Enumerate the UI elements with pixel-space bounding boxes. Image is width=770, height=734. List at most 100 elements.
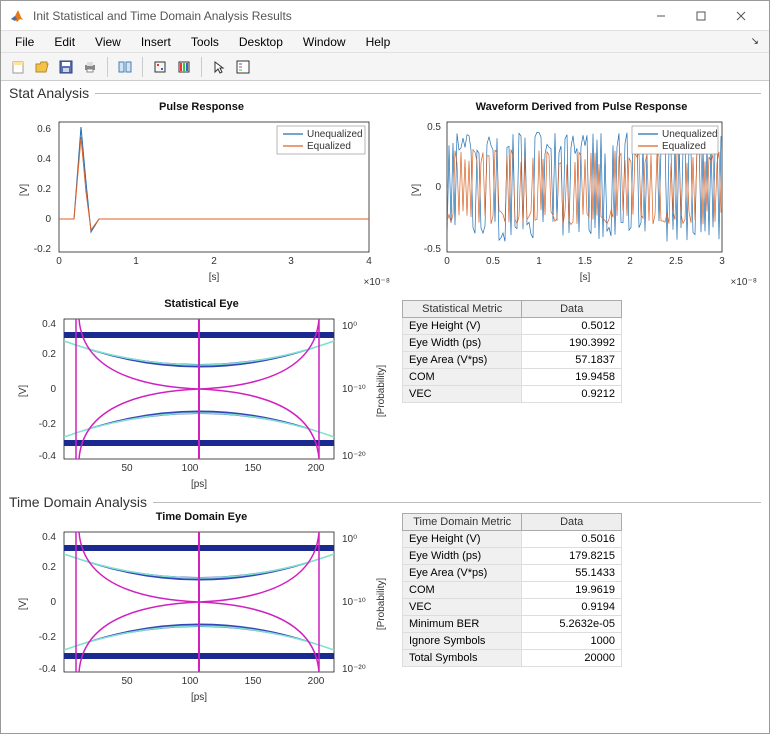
menu-desktop[interactable]: Desktop	[231, 33, 291, 51]
svg-text:-0.4: -0.4	[39, 664, 57, 675]
menu-window[interactable]: Window	[295, 33, 354, 51]
minimize-button[interactable]	[641, 2, 681, 30]
table-row[interactable]: Total Symbols20000	[403, 650, 622, 667]
stat-metric-table-container: Statistical Metric Data Eye Height (V)0.…	[402, 298, 761, 493]
metric-name: Eye Height (V)	[403, 318, 522, 335]
metric-value: 0.5012	[522, 318, 622, 335]
colorbar-button[interactable]	[173, 56, 195, 78]
table-row[interactable]: COM19.9619	[403, 582, 622, 599]
table-row[interactable]: Eye Height (V)0.5016	[403, 531, 622, 548]
table-row[interactable]: COM19.9458	[403, 369, 622, 386]
table-row[interactable]: VEC0.9194	[403, 599, 622, 616]
svg-text:-0.5: -0.5	[424, 244, 442, 255]
table-row[interactable]: VEC0.9212	[403, 386, 622, 403]
svg-text:10⁻²⁰: 10⁻²⁰	[342, 451, 366, 462]
table-row[interactable]: Eye Width (ps)179.8215	[403, 548, 622, 565]
metric-value: 0.5016	[522, 531, 622, 548]
svg-text:10⁻¹⁰: 10⁻¹⁰	[342, 384, 366, 395]
print-button[interactable]	[79, 56, 101, 78]
metric-value: 57.1837	[522, 352, 622, 369]
open-file-button[interactable]	[31, 56, 53, 78]
table-row[interactable]: Minimum BER5.2632e-05	[403, 616, 622, 633]
close-button[interactable]	[721, 2, 761, 30]
menu-overflow-icon[interactable]: ↘	[747, 36, 763, 47]
menu-help[interactable]: Help	[358, 33, 399, 51]
td-section-title: Time Domain Analysis	[9, 494, 147, 510]
svg-text:4: 4	[366, 256, 372, 267]
col-metric[interactable]: Time Domain Metric	[403, 514, 522, 531]
metric-name: Eye Width (ps)	[403, 548, 522, 565]
svg-text:[ps]: [ps]	[191, 692, 207, 702]
menu-file[interactable]: File	[7, 33, 42, 51]
svg-text:0.5: 0.5	[486, 256, 500, 267]
table-row[interactable]: Eye Area (V*ps)57.1837	[403, 352, 622, 369]
time-domain-eye-chart[interactable]: Time Domain Eye	[9, 511, 394, 696]
insert-legend-button[interactable]	[232, 56, 254, 78]
td-metric-table-container: Time Domain Metric Data Eye Height (V)0.…	[402, 511, 761, 696]
svg-text:1: 1	[536, 256, 542, 267]
menu-edit[interactable]: Edit	[46, 33, 83, 51]
link-button[interactable]	[114, 56, 136, 78]
svg-text:2: 2	[211, 256, 217, 267]
col-metric[interactable]: Statistical Metric	[403, 301, 522, 318]
menubar: File Edit View Insert Tools Desktop Wind…	[1, 31, 769, 53]
svg-text:0: 0	[50, 597, 56, 608]
data-cursor-button[interactable]	[149, 56, 171, 78]
stat-section-title: Stat Analysis	[9, 85, 89, 101]
metric-name: COM	[403, 582, 522, 599]
td-metric-table[interactable]: Time Domain Metric Data Eye Height (V)0.…	[402, 513, 622, 667]
svg-text:Unequalized: Unequalized	[662, 129, 718, 140]
svg-text:0: 0	[50, 384, 56, 395]
separator	[153, 502, 761, 503]
table-row[interactable]: Eye Width (ps)190.3992	[403, 335, 622, 352]
svg-text:[V]: [V]	[411, 184, 422, 196]
stat-metric-table[interactable]: Statistical Metric Data Eye Height (V)0.…	[402, 300, 622, 403]
waveform-chart[interactable]: Waveform Derived from Pulse Response	[402, 101, 761, 296]
metric-name: Eye Area (V*ps)	[403, 565, 522, 582]
svg-text:100: 100	[182, 676, 199, 687]
pulse-response-chart[interactable]: Pulse Response Unequalized	[9, 101, 394, 296]
svg-text:0.2: 0.2	[37, 184, 51, 195]
svg-text:[V]: [V]	[19, 184, 30, 196]
table-row[interactable]: Eye Height (V)0.5012	[403, 318, 622, 335]
metric-name: Ignore Symbols	[403, 633, 522, 650]
chart-title: Statistical Eye	[9, 298, 394, 314]
svg-text:0.6: 0.6	[37, 124, 51, 135]
svg-text:-0.2: -0.2	[39, 632, 57, 643]
col-data[interactable]: Data	[522, 514, 622, 531]
menu-view[interactable]: View	[87, 33, 129, 51]
col-data[interactable]: Data	[522, 301, 622, 318]
svg-text:150: 150	[245, 463, 262, 474]
separator	[95, 93, 761, 94]
menu-tools[interactable]: Tools	[183, 33, 227, 51]
maximize-button[interactable]	[681, 2, 721, 30]
pointer-button[interactable]	[208, 56, 230, 78]
metric-value: 179.8215	[522, 548, 622, 565]
chart-title: Time Domain Eye	[9, 511, 394, 527]
svg-text:200: 200	[308, 463, 325, 474]
svg-text:3: 3	[288, 256, 294, 267]
save-button[interactable]	[55, 56, 77, 78]
svg-text:50: 50	[121, 463, 133, 474]
svg-text:10⁰: 10⁰	[342, 534, 357, 545]
svg-text:0: 0	[444, 256, 450, 267]
legend-equalized: Equalized	[307, 141, 351, 152]
svg-text:0: 0	[435, 182, 441, 193]
svg-text:0.4: 0.4	[37, 154, 51, 165]
table-row[interactable]: Ignore Symbols1000	[403, 633, 622, 650]
menu-insert[interactable]: Insert	[133, 33, 179, 51]
svg-text:0.4: 0.4	[42, 532, 56, 543]
svg-text:2: 2	[627, 256, 633, 267]
svg-text:0.2: 0.2	[42, 562, 56, 573]
svg-text:-0.4: -0.4	[39, 451, 57, 462]
new-figure-button[interactable]	[7, 56, 29, 78]
svg-text:10⁻¹⁰: 10⁻¹⁰	[342, 597, 366, 608]
svg-text:3: 3	[719, 256, 725, 267]
svg-text:0: 0	[45, 214, 51, 225]
svg-text:0: 0	[56, 256, 62, 267]
metric-name: Eye Area (V*ps)	[403, 352, 522, 369]
metric-value: 1000	[522, 633, 622, 650]
table-row[interactable]: Eye Area (V*ps)55.1433	[403, 565, 622, 582]
statistical-eye-chart[interactable]: Statistical Eye	[9, 298, 394, 493]
metric-value: 190.3992	[522, 335, 622, 352]
